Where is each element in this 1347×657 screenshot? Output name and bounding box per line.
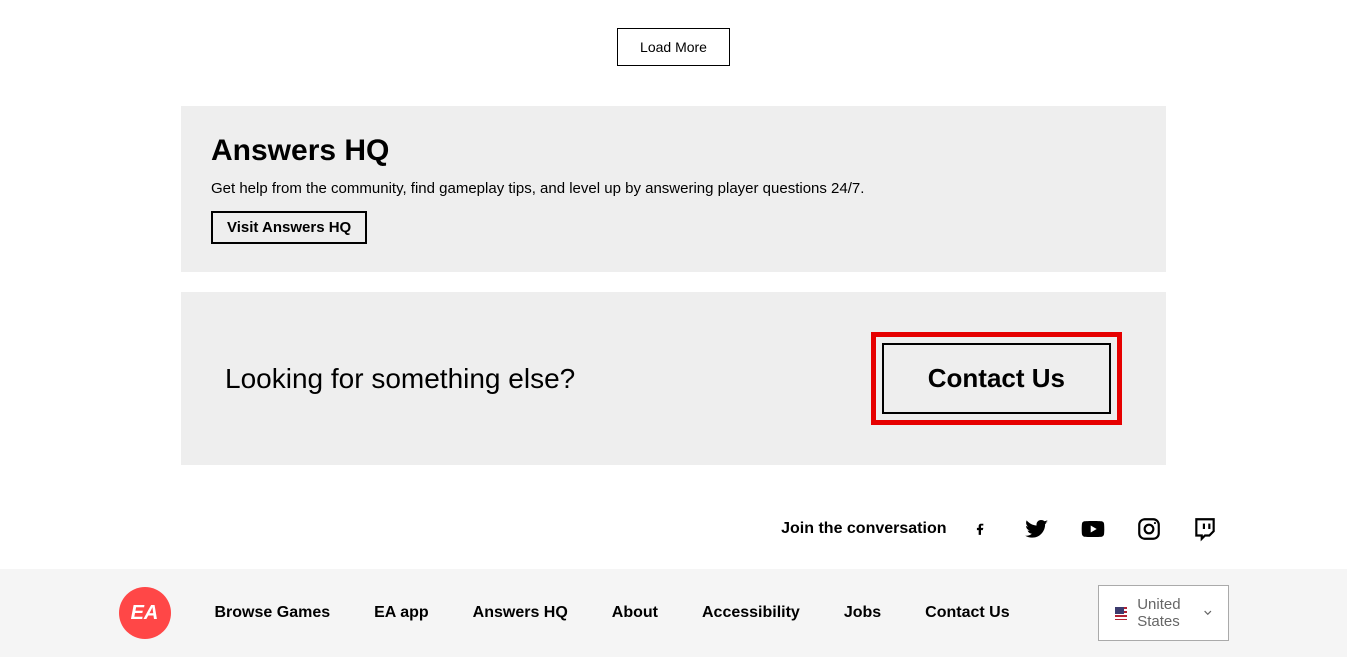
twitch-icon[interactable] — [1191, 515, 1219, 543]
contact-highlight: Contact Us — [871, 332, 1122, 425]
region-label: United States — [1137, 596, 1194, 630]
region-selector[interactable]: United States — [1098, 585, 1229, 641]
looking-title: Looking for something else? — [225, 363, 575, 395]
contact-us-button[interactable]: Contact Us — [882, 343, 1111, 414]
footer-link-answers-hq[interactable]: Answers HQ — [473, 604, 568, 622]
answers-hq-title: Answers HQ — [211, 134, 1136, 168]
load-more-section: Load More — [181, 0, 1166, 106]
chevron-down-icon — [1204, 609, 1212, 617]
load-more-button[interactable]: Load More — [617, 28, 730, 66]
twitter-icon[interactable] — [1023, 515, 1051, 543]
footer-link-ea-app[interactable]: EA app — [374, 604, 429, 622]
answers-hq-description: Get help from the community, find gamepl… — [211, 180, 1136, 197]
facebook-icon[interactable] — [967, 515, 995, 543]
footer-bar: EA Browse Games EA app Answers HQ About … — [0, 569, 1347, 657]
youtube-icon[interactable] — [1079, 515, 1107, 543]
visit-answers-hq-button[interactable]: Visit Answers HQ — [211, 211, 367, 244]
footer-link-contact-us[interactable]: Contact Us — [925, 604, 1009, 622]
footer-link-accessibility[interactable]: Accessibility — [702, 604, 800, 622]
social-row: Join the conversation — [129, 485, 1219, 569]
instagram-icon[interactable] — [1135, 515, 1163, 543]
answers-hq-panel: Answers HQ Get help from the community, … — [181, 106, 1166, 272]
footer-link-browse-games[interactable]: Browse Games — [215, 604, 331, 622]
join-conversation-text: Join the conversation — [781, 520, 946, 538]
footer-link-jobs[interactable]: Jobs — [844, 604, 881, 622]
contact-panel: Looking for something else? Contact Us — [181, 292, 1166, 465]
footer-link-about[interactable]: About — [612, 604, 658, 622]
ea-logo[interactable]: EA — [119, 587, 171, 639]
us-flag-icon — [1115, 607, 1128, 620]
